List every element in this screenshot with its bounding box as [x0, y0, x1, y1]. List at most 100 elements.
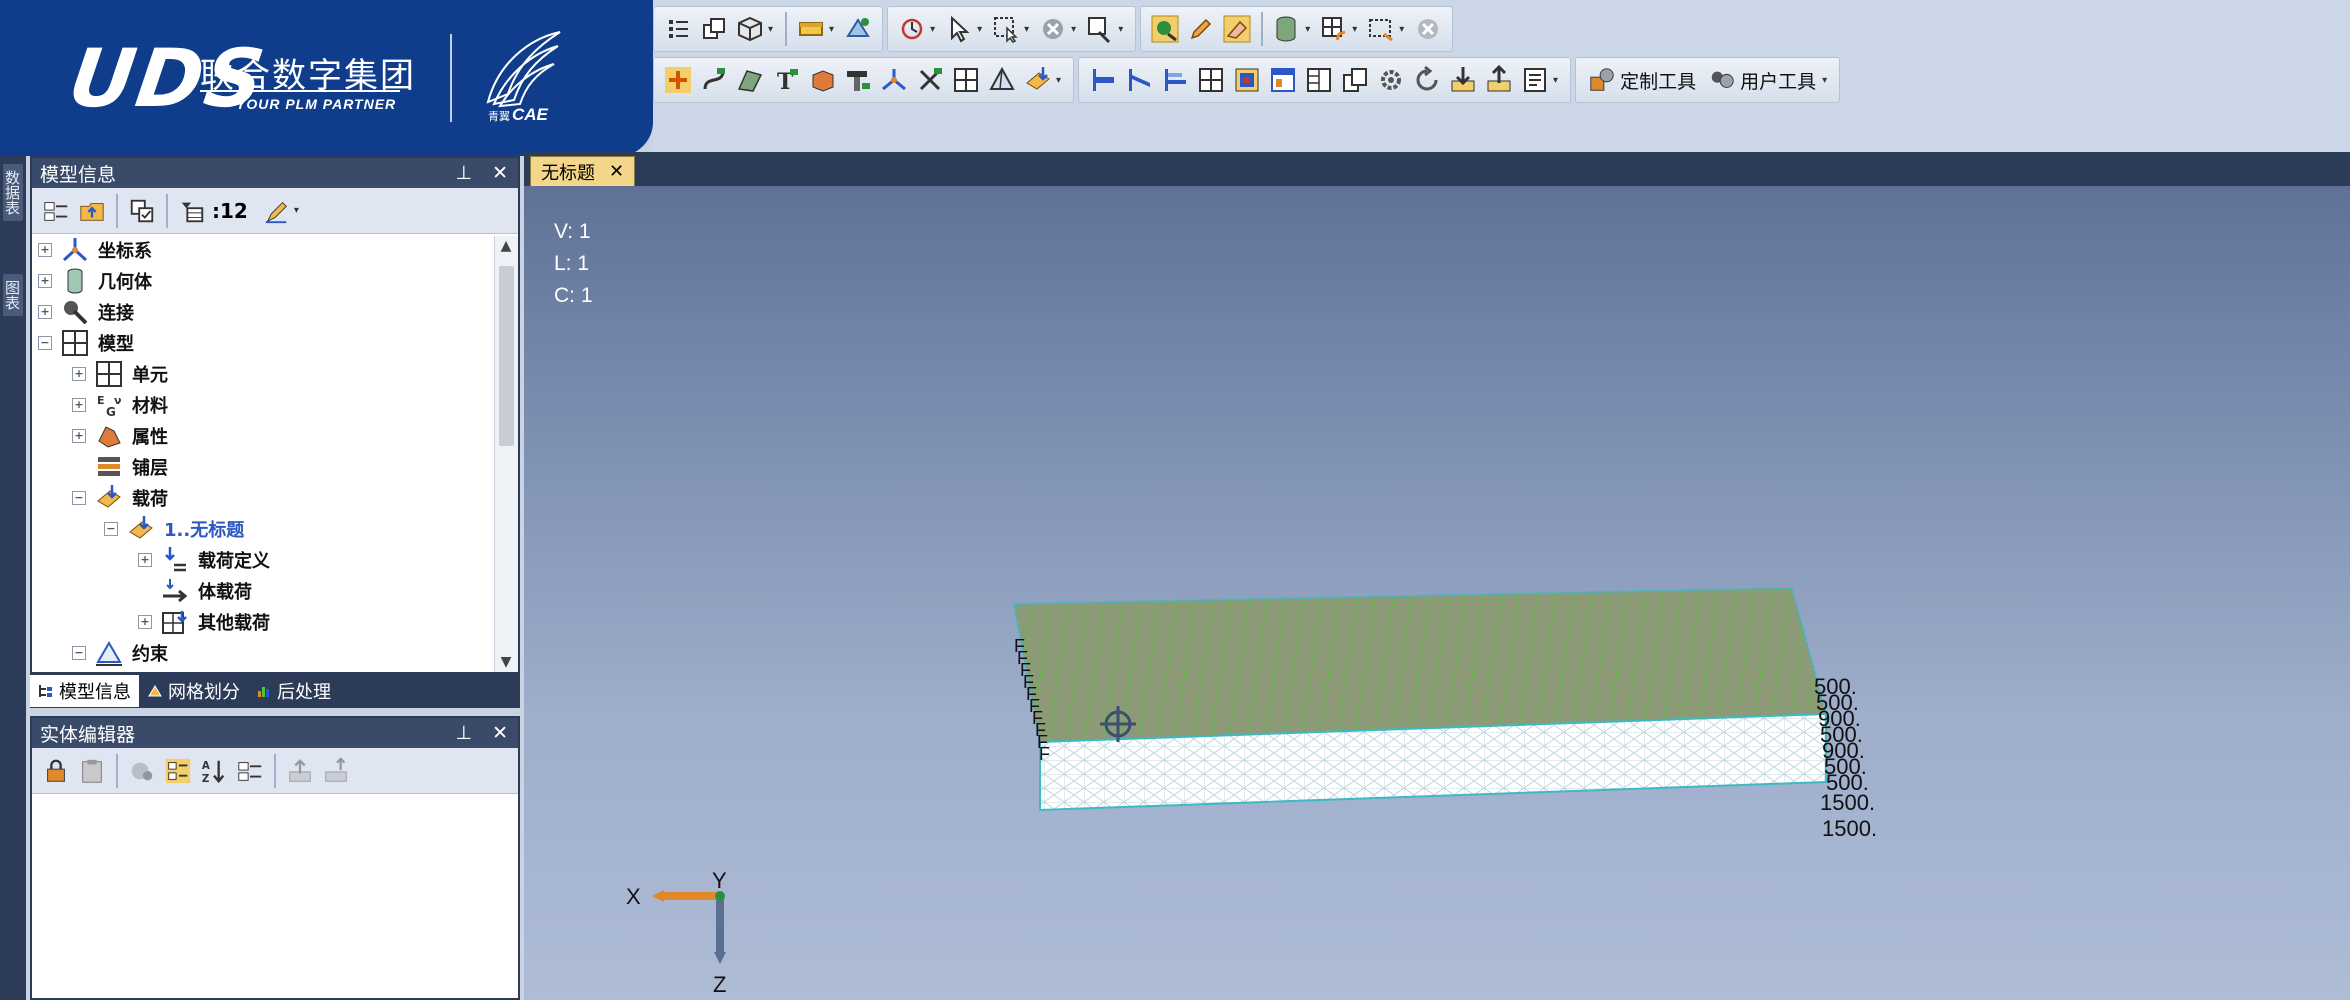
model-view[interactable]: FFF FFF FFF F 500. 500. 900. 500. 900. 5… — [524, 186, 2350, 1000]
panel-icon[interactable] — [795, 13, 827, 45]
tree-item-load-definition[interactable]: + 载荷定义 — [138, 546, 270, 574]
add-point-icon[interactable] — [662, 64, 694, 96]
cross-connect-icon[interactable] — [914, 64, 946, 96]
report-icon[interactable] — [1519, 64, 1551, 96]
tree-item-connections[interactable]: + 连接 — [38, 298, 134, 326]
box-select-icon[interactable] — [990, 13, 1022, 45]
curve-icon[interactable] — [698, 64, 730, 96]
surface-icon[interactable] — [734, 64, 766, 96]
move-up-icon[interactable] — [284, 755, 316, 787]
lock-icon[interactable] — [40, 755, 72, 787]
zoom-box-icon[interactable] — [1084, 13, 1116, 45]
grid-edit-icon[interactable] — [1318, 13, 1350, 45]
import-icon[interactable] — [1447, 64, 1479, 96]
list-icon[interactable] — [662, 13, 694, 45]
chevron-down-icon[interactable]: ▾ — [1056, 75, 1061, 86]
chevron-down-icon[interactable]: ▾ — [1071, 24, 1076, 35]
load-icon[interactable] — [1022, 64, 1054, 96]
tree-item-constraints[interactable]: − 约束 — [72, 639, 168, 667]
pick-cursor-icon[interactable] — [943, 13, 975, 45]
close-icon[interactable]: ✕ — [492, 722, 508, 744]
user-tools-button[interactable]: 用户工具 — [1702, 63, 1822, 97]
chevron-down-icon[interactable]: ▾ — [1305, 24, 1310, 35]
text-icon[interactable]: T — [770, 64, 802, 96]
stop-icon[interactable] — [1037, 13, 1069, 45]
database-icon[interactable] — [1271, 13, 1303, 45]
chevron-down-icon[interactable]: ▾ — [829, 24, 834, 35]
tree-item-properties[interactable]: + 属性 — [72, 422, 168, 450]
close-icon[interactable]: ✕ — [609, 161, 624, 182]
tetra-icon[interactable] — [986, 64, 1018, 96]
custom-tools-button[interactable]: 定制工具 — [1582, 63, 1702, 97]
eraser-icon[interactable] — [1221, 13, 1253, 45]
expand-icon[interactable]: + — [72, 398, 86, 412]
settings-icon[interactable] — [1375, 64, 1407, 96]
solid-icon[interactable] — [806, 64, 838, 96]
tree-item-geometry[interactable]: + 几何体 — [38, 267, 152, 295]
export-icon[interactable] — [1483, 64, 1515, 96]
tree-item-other-loads[interactable]: + 其他载荷 — [138, 608, 270, 636]
brush-icon[interactable] — [260, 195, 292, 227]
split-view-icon[interactable] — [1303, 64, 1335, 96]
side-tab-chart[interactable]: 图表 — [3, 274, 23, 316]
cancel-icon[interactable] — [1412, 13, 1444, 45]
tree-item-layups[interactable]: 铺层 — [72, 453, 168, 481]
result-table-icon[interactable] — [1267, 64, 1299, 96]
mesh-tool-icon[interactable] — [842, 13, 874, 45]
tree-list-icon[interactable] — [40, 195, 72, 227]
region-select-icon[interactable] — [1365, 13, 1397, 45]
checklist-icon[interactable] — [126, 195, 158, 227]
pin-icon[interactable]: ⊥ — [456, 162, 473, 184]
tab-model-info[interactable]: 模型信息 — [30, 675, 139, 707]
align-stack-icon[interactable] — [1159, 64, 1191, 96]
tree-item-coordinate-systems[interactable]: + 坐标系 — [38, 236, 152, 264]
database-search-icon[interactable] — [126, 755, 158, 787]
collapse-icon[interactable]: − — [72, 646, 86, 660]
expand-icon[interactable]: + — [72, 367, 86, 381]
group-view-icon[interactable] — [162, 755, 194, 787]
chevron-down-icon[interactable]: ▾ — [977, 24, 982, 35]
tree-item-load-case-1[interactable]: − 1..无标题 — [104, 515, 244, 543]
expand-icon[interactable]: + — [72, 429, 86, 443]
expand-icon[interactable]: + — [38, 243, 52, 257]
beam-icon[interactable] — [842, 64, 874, 96]
expand-icon[interactable]: + — [38, 305, 52, 319]
tree-item-elements[interactable]: + 单元 — [72, 360, 168, 388]
move-top-icon[interactable] — [320, 755, 352, 787]
contour-icon[interactable] — [1231, 64, 1263, 96]
collapse-icon[interactable]: − — [104, 522, 118, 536]
chevron-down-icon[interactable]: ▾ — [930, 24, 935, 35]
chevron-down-icon[interactable]: ▾ — [1822, 75, 1827, 86]
tree-item-loads[interactable]: − 载荷 — [72, 484, 168, 512]
align-left-icon[interactable] — [1087, 64, 1119, 96]
table-icon[interactable] — [1195, 64, 1227, 96]
expand-icon[interactable]: + — [38, 274, 52, 288]
chevron-down-icon[interactable]: ▾ — [294, 205, 299, 216]
tab-postprocessing[interactable]: 后处理 — [248, 675, 339, 707]
close-icon[interactable]: ✕ — [492, 162, 508, 184]
collapse-icon[interactable]: − — [38, 336, 52, 350]
chevron-down-icon[interactable]: ▾ — [1024, 24, 1029, 35]
paste-icon[interactable] — [76, 755, 108, 787]
tree-scrollbar[interactable]: ▲ ▼ — [494, 236, 518, 672]
collapse-icon[interactable]: − — [72, 491, 86, 505]
scroll-down-icon[interactable]: ▼ — [495, 654, 517, 670]
expand-icon[interactable]: + — [138, 553, 152, 567]
chevron-down-icon[interactable]: ▾ — [1399, 24, 1404, 35]
windows-icon[interactable] — [698, 13, 730, 45]
pencil-icon[interactable] — [1185, 13, 1217, 45]
element-grid-icon[interactable] — [950, 64, 982, 96]
tree-item-model[interactable]: − 模型 — [38, 329, 134, 357]
sort-az-icon[interactable]: AZ — [198, 755, 230, 787]
document-tab[interactable]: 无标题 ✕ — [530, 156, 636, 186]
filter-count-icon[interactable] — [176, 195, 208, 227]
side-tab-data-table[interactable]: 数据表 — [3, 164, 23, 221]
chevron-down-icon[interactable]: ▾ — [1352, 24, 1357, 35]
cube-icon[interactable] — [734, 13, 766, 45]
tree-item-body-load[interactable]: 体载荷 — [138, 577, 252, 605]
scroll-thumb[interactable] — [499, 266, 514, 446]
tree-item-materials[interactable]: + EGν 材料 — [72, 391, 168, 419]
chevron-down-icon[interactable]: ▾ — [1118, 24, 1123, 35]
properties-list-icon[interactable] — [234, 755, 266, 787]
refresh-icon[interactable] — [1411, 64, 1443, 96]
